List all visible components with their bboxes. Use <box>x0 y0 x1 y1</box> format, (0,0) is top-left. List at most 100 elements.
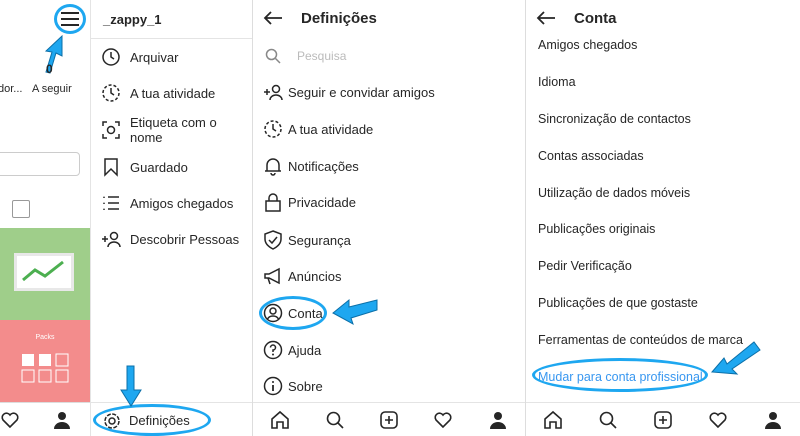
edit-profile-button[interactable] <box>0 152 80 176</box>
info-icon <box>263 376 283 396</box>
profile-icon[interactable] <box>52 410 72 430</box>
profile-strip: 0 dor... A seguir Packs <box>0 0 90 436</box>
account-item-contacts-sync[interactable]: Sincronização de contactos <box>538 112 691 126</box>
home-icon[interactable] <box>270 410 290 430</box>
search-bar[interactable] <box>265 44 477 68</box>
settings-item-about[interactable]: Sobre <box>263 374 323 398</box>
professional-highlight-circle <box>532 358 708 392</box>
account-item-original-posts[interactable]: Publicações originais <box>538 222 655 236</box>
settings-item-security[interactable]: Segurança <box>263 228 351 252</box>
activity-icon <box>264 120 282 138</box>
close-friends-list-icon <box>103 196 119 210</box>
drawer-username: _zappy_1 <box>103 12 162 27</box>
page-title: Definições <box>301 9 377 27</box>
side-drawer: _zappy_1 Arquivar A tua atividade Etique… <box>90 0 252 436</box>
settings-item-privacy[interactable]: Privacidade <box>263 190 356 214</box>
settings-item-label: Notificações <box>288 158 359 174</box>
settings-item-label: Ajuda <box>288 342 322 358</box>
heart-icon[interactable] <box>708 410 728 430</box>
drawer-item-nametag[interactable]: Etiqueta com o nome <box>101 115 252 145</box>
pointer-arrow-icon <box>44 34 63 74</box>
account-item-mobile-data[interactable]: Utilização de dados móveis <box>538 186 690 200</box>
account-item-close-friends[interactable]: Amigos chegados <box>538 38 637 52</box>
settings-item-follow-invite[interactable]: Seguir e convidar amigos <box>263 80 435 104</box>
post-tile[interactable] <box>0 228 90 320</box>
bookmark-icon <box>104 158 118 177</box>
search-icon[interactable] <box>598 410 618 430</box>
account-header: Conta <box>526 0 800 36</box>
drawer-item-close-friends[interactable]: Amigos chegados <box>101 192 233 214</box>
heart-icon[interactable] <box>433 410 453 430</box>
add-person-icon <box>264 84 283 101</box>
profile-icon[interactable] <box>763 410 783 430</box>
new-post-icon[interactable] <box>653 410 673 430</box>
bell-icon <box>265 158 281 176</box>
pointer-arrow-icon <box>120 365 142 407</box>
settings-item-label: Privacidade <box>288 194 356 210</box>
drawer-settings-button[interactable]: Definições <box>91 402 252 436</box>
settings-item-label: Seguir e convidar amigos <box>288 84 435 100</box>
heart-icon[interactable] <box>0 410 20 430</box>
monitor-chart-icon <box>14 253 74 291</box>
followers-label[interactable]: dor... <box>0 83 22 95</box>
megaphone-icon <box>264 267 280 285</box>
settings-item-label: Segurança <box>288 232 351 248</box>
following-label[interactable]: A seguir <box>32 83 72 95</box>
drawer-item-label: A tua atividade <box>130 85 216 101</box>
nametag-icon <box>102 121 120 139</box>
search-icon[interactable] <box>325 410 345 430</box>
bottom-nav <box>0 402 90 436</box>
drawer-item-activity[interactable]: A tua atividade <box>101 82 215 104</box>
post-tile[interactable]: Packs <box>0 320 90 402</box>
settings-item-label: Anúncios <box>288 268 342 284</box>
pointer-arrow-icon <box>710 341 761 375</box>
checkbox-grid-icon <box>21 353 69 383</box>
bottom-nav <box>526 402 800 436</box>
account-panel: Conta Amigos chegados Idioma Sincronizaç… <box>525 0 800 436</box>
divider <box>91 38 252 39</box>
settings-panel: Definições Seguir e convidar amigos A tu… <box>252 0 525 436</box>
account-item-liked-posts[interactable]: Publicações de que gostaste <box>538 296 698 310</box>
account-item-linked-accounts[interactable]: Contas associadas <box>538 149 644 163</box>
page-title: Conta <box>574 9 617 27</box>
settings-highlight-circle <box>93 404 211 436</box>
drawer-item-archive[interactable]: Arquivar <box>101 46 178 68</box>
bottom-nav <box>253 402 525 436</box>
settings-item-label: Sobre <box>288 378 323 394</box>
lock-icon <box>265 193 281 212</box>
settings-header: Definições <box>253 0 525 36</box>
search-input[interactable] <box>297 49 477 63</box>
add-person-icon <box>102 231 121 248</box>
account-item-language[interactable]: Idioma <box>538 75 576 89</box>
settings-item-help[interactable]: Ajuda <box>263 338 321 362</box>
search-icon <box>265 48 281 64</box>
settings-item-ads[interactable]: Anúncios <box>263 264 341 288</box>
account-item-request-verification[interactable]: Pedir Verificação <box>538 259 632 273</box>
new-post-icon[interactable] <box>379 410 399 430</box>
tile-label: Packs <box>35 334 55 341</box>
settings-item-notifications[interactable]: Notificações <box>263 154 359 178</box>
drawer-item-label: Amigos chegados <box>130 195 234 211</box>
following-count: 0 <box>46 62 53 76</box>
help-icon <box>263 340 283 360</box>
drawer-item-label: Etiqueta com o nome <box>130 115 217 145</box>
back-arrow-icon[interactable] <box>263 10 283 26</box>
shield-icon <box>264 230 282 250</box>
pointer-arrow-icon <box>332 298 378 326</box>
profile-panel: 0 dor... A seguir Packs _zappy_1 Arquiva… <box>0 0 252 436</box>
tagged-tab-icon[interactable] <box>12 200 30 218</box>
drawer-item-label: Descobrir Pessoas <box>130 231 240 247</box>
drawer-item-discover-people[interactable]: Descobrir Pessoas <box>101 228 239 250</box>
settings-item-activity[interactable]: A tua atividade <box>263 117 373 141</box>
archive-history-icon <box>102 48 120 66</box>
drawer-item-label: Arquivar <box>130 49 179 65</box>
profile-icon[interactable] <box>488 410 508 430</box>
drawer-item-saved[interactable]: Guardado <box>101 156 188 178</box>
drawer-item-label: Guardado <box>130 159 188 175</box>
activity-icon <box>102 84 120 102</box>
account-highlight-circle <box>259 296 327 330</box>
back-arrow-icon[interactable] <box>536 10 556 26</box>
home-icon[interactable] <box>543 410 563 430</box>
menu-highlight-circle <box>54 4 86 34</box>
settings-item-label: A tua atividade <box>288 121 374 137</box>
